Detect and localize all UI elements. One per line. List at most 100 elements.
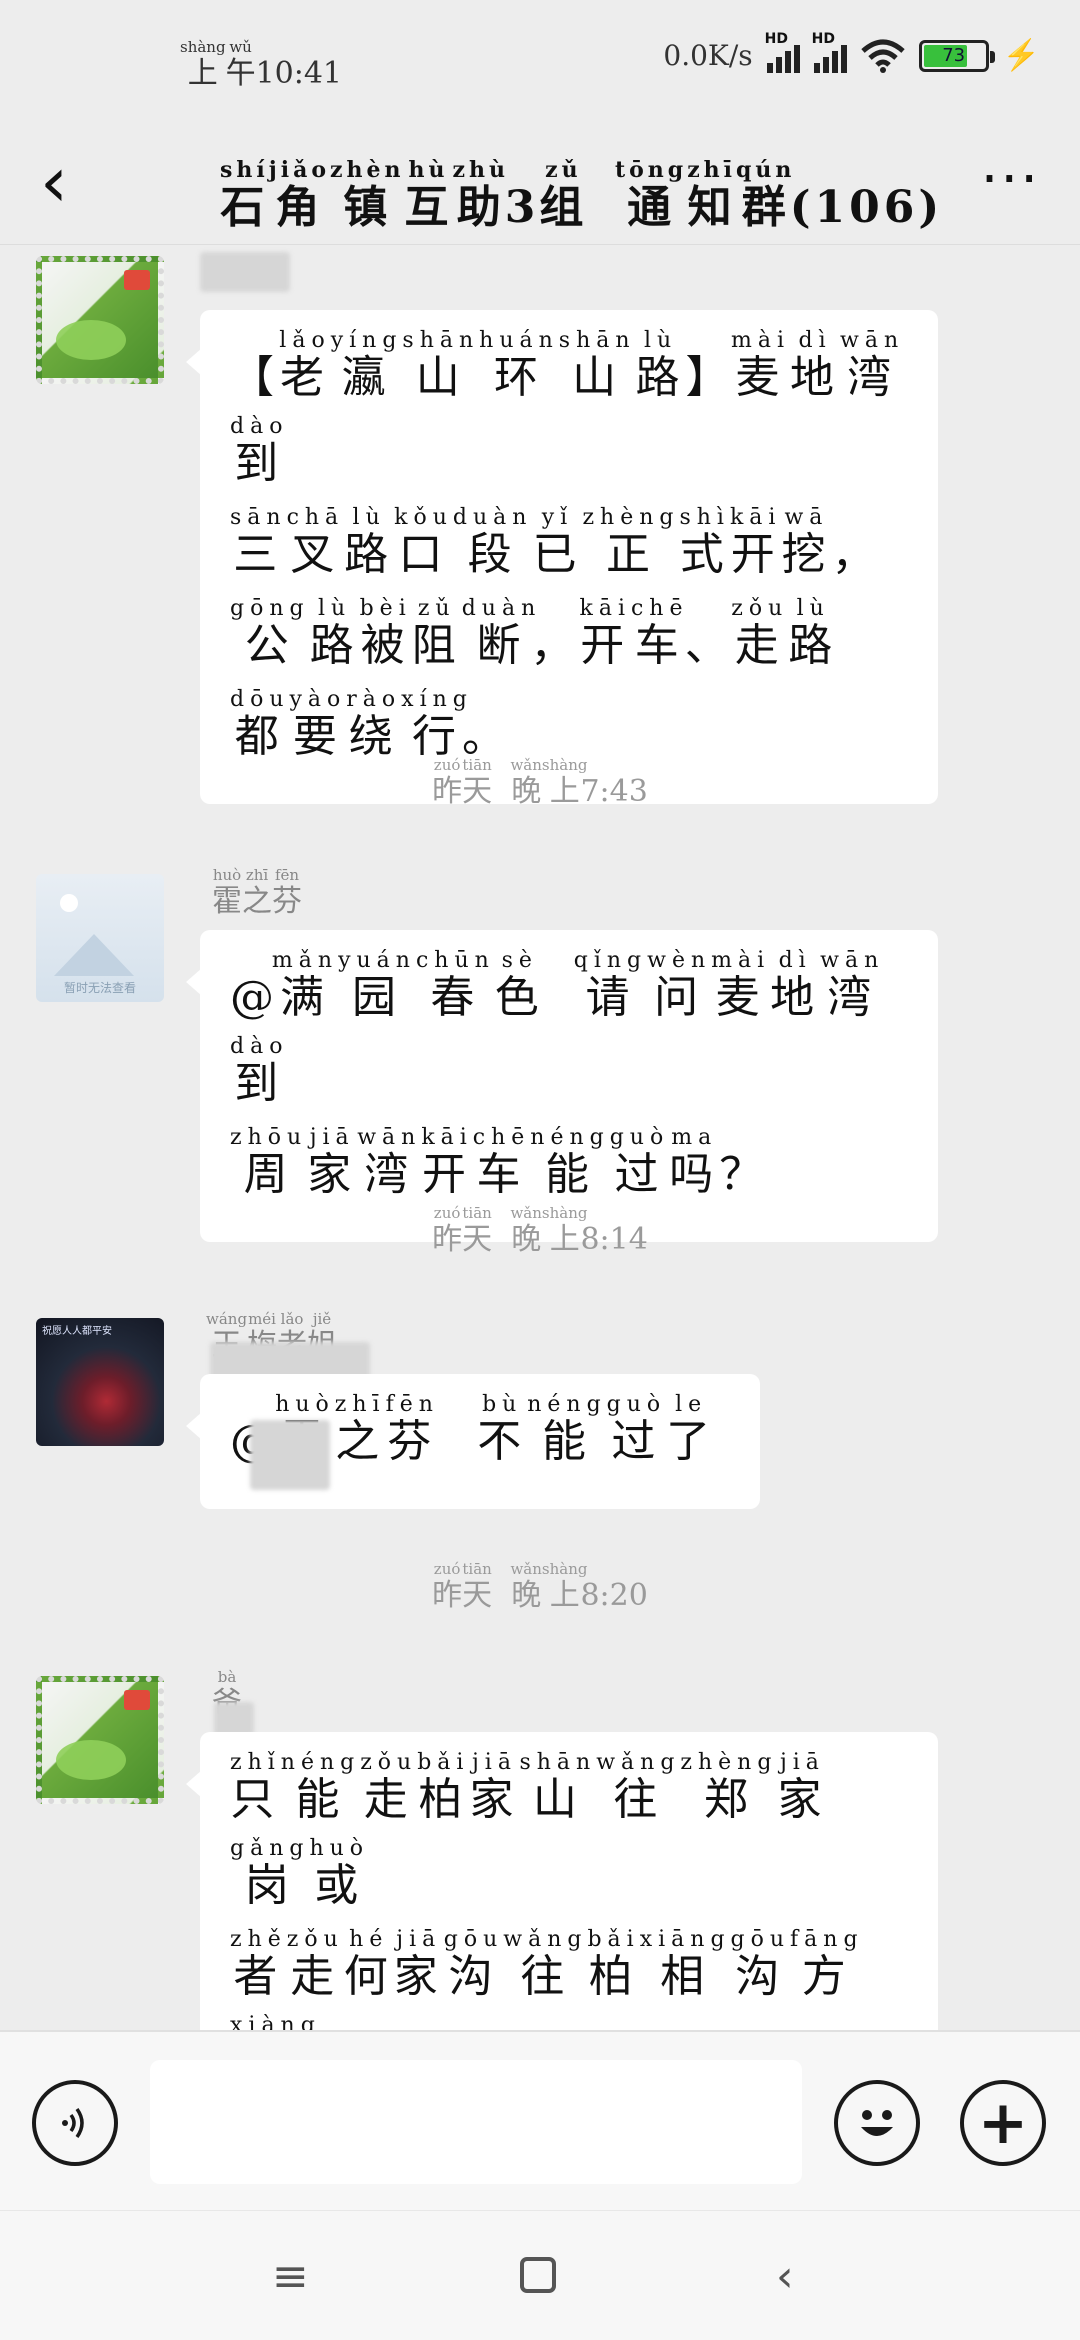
ruby-char: 柏bǎi [417,1750,470,1825]
chat-messages[interactable]: 【老lǎo瀛yíng山shān环huán山shān路lù】麦mài地dì湾wān… [0,246,1080,2030]
ruby-char: 晚wǎn [510,1204,542,1257]
ruby-char: 岗gǎng [230,1836,310,1911]
status-icons: 0.0K/s HD HD 73 ⚡ [663,31,1040,74]
network-speed: 0.0K/s [663,39,753,72]
ruby-char: 家jiā [777,1750,828,1825]
timestamp: 昨zuó天tiān 晚wǎn上shàng8:14 [0,1204,1080,1258]
ruby-char: 开kāi [579,596,631,671]
ruby-char: 沟gōu [443,1927,504,2002]
ruby-char: 山shān [558,328,636,403]
ruby-char: 走zǒu [286,1927,344,2002]
voice-input-button[interactable] [32,2080,118,2166]
message-bubble[interactable]: 【老lǎo瀛yíng山shān环huán山shān路lù】麦mài地dì湾wān… [186,310,938,804]
system-back-button[interactable]: ‹ [776,2251,794,2302]
ruby-char: 色sè [494,948,545,1023]
message-line: 公gōng路lù被bèi阻zǔ断duàn，开kāi车chē、走zǒu路lù [230,596,906,689]
ruby-char: 上shàng [541,1560,588,1613]
plain-char: 8:20 [580,1578,648,1613]
ruby-char: 要yào [289,687,347,762]
plain-char: ， [831,529,882,580]
recent-apps-button[interactable]: ≡ [272,2251,309,2302]
ruby-char: 绕rào [346,687,402,762]
ruby-char: 午wǔ [225,38,256,91]
more-options-button[interactable]: ··· [981,150,1040,210]
plain-char: 【 [230,352,280,403]
ruby-char: 已yǐ [532,505,583,580]
ruby-char: 能néng [527,1392,607,1467]
ruby-char: 请qǐng [573,948,648,1023]
ruby-char: 晚wǎn [510,1560,542,1613]
ruby-char: 吗ma [669,1125,720,1200]
avatar[interactable] [36,1676,164,1804]
ruby-char: 霍huò [212,866,242,919]
ruby-char: 郑zhèng [680,1750,778,1825]
avatar[interactable]: 祝愿人人都平安 [36,1318,164,1446]
emoji-button[interactable] [834,2080,920,2166]
ruby-char: 知zhī [687,157,737,233]
plain-char: ？ [719,1149,770,1200]
plain-char: 7:43 [580,774,648,809]
ruby-char: 老lǎo [279,328,331,403]
ruby-char: 天tiān [462,1204,493,1257]
ruby-char: 春chūn [415,948,495,1023]
more-features-button[interactable]: + [960,2080,1046,2166]
ruby-char: 走zǒu [731,596,789,671]
ruby-char: 者zhě [230,1927,287,2002]
ruby-char: 车chē [472,1125,531,1200]
message-bubble[interactable]: @满mǎn园yuán春chūn色sè 请qǐng问wèn麦mài地dì湾wān到… [186,930,938,1242]
ruby-char: 公gōng [230,596,310,671]
status-time-ruby: 上shàng午wǔ [180,38,256,91]
ruby-char: 都dōu [230,687,290,762]
ruby-char: 芬fēn [385,1392,439,1467]
plain-char: 3 [504,182,540,233]
ruby-char: 家jiā [307,1125,358,1200]
ruby-char: 段duàn [452,505,533,580]
ruby-char: 天tiān [462,1560,493,1613]
ruby-char: 能néng [280,1750,361,1825]
ruby-char: 助zhù [452,157,509,233]
ruby-char: 瀛yíng [330,328,403,403]
avatar[interactable]: 暂时无法查看 [36,874,164,1002]
ruby-char: 天tiān [462,756,493,809]
timestamp: 昨zuó天tiān 晚wǎn上shàng8:20 [0,1560,1080,1614]
ruby-char: 群qún [736,157,796,233]
status-bar: 上shàng午wǔ10:41 0.0K/s HD HD 73 ⚡ [0,0,1080,120]
ruby-char: 走zǒu [360,1750,418,1825]
battery-level: 73 [942,44,966,66]
ruby-char: 周zhōu [230,1125,308,1200]
ruby-char: 昨zuó [432,1204,463,1257]
ruby-char: 正zhèng [582,505,680,580]
back-button[interactable]: ‹ [40,142,100,222]
plain-char: 。 [462,711,512,762]
input-bar: + [0,2030,1080,2210]
signal-icon-2: HD [812,31,847,73]
ruby-char: 相xiāng [639,1927,731,2002]
ruby-char: 只zhǐ [230,1750,281,1825]
charging-icon: ⚡ [1002,38,1040,73]
message-bubble[interactable]: 只zhǐ能néng走zǒu柏bǎi家jiā山shān往wǎng郑zhèng家ji… [186,1732,938,2030]
avatar[interactable] [36,256,164,384]
status-time: 上shàng午wǔ10:41 [180,38,342,92]
ruby-char: 麦mài [711,948,771,1023]
ruby-char: 昨zuó [432,756,463,809]
timestamp: 昨zuó天tiān 晚wǎn上shàng7:43 [0,756,1080,810]
ruby-char: 湾wān [820,948,885,1023]
ruby-char: 角jiǎo [268,157,330,233]
ruby-char: 上shàng [180,38,226,91]
message-line: 三sān叉chā路lù口kǒu段duàn已yǐ正zhèng式shì开kāi挖wā… [230,505,906,598]
ruby-char: 到dào [230,414,289,489]
ruby-char: 往wǎng [596,1750,681,1825]
message-input[interactable] [150,2060,802,2184]
ruby-char: 上shàng [541,1204,588,1257]
ruby-char: 满mǎn [271,948,339,1023]
message-line: 【老lǎo瀛yíng山shān环huán山shān路lù】麦mài地dì湾wān… [230,328,906,507]
home-button[interactable] [520,2257,556,2293]
emoji-icon [861,2110,893,2136]
ruby-char: 口kǒu [394,505,453,580]
ruby-char: 问wèn [647,948,712,1023]
ruby-char: 互hù [404,157,453,233]
plain-char: (106) [789,182,944,233]
ruby-char: 山shān [402,328,480,403]
ruby-char: 断duàn [461,596,542,671]
ruby-char: 地dì [790,328,841,403]
